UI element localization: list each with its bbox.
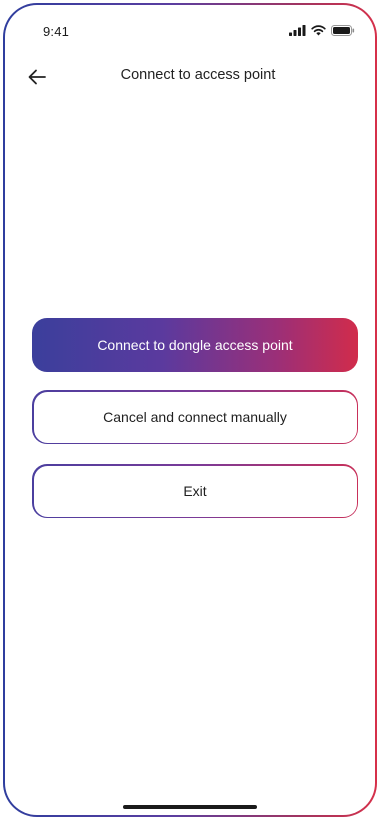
signal-icon xyxy=(289,25,306,36)
cancel-connect-manually-button[interactable]: Cancel and connect manually xyxy=(32,390,358,444)
page-title: Connect to access point xyxy=(120,67,276,83)
home-indicator[interactable] xyxy=(123,805,257,809)
wifi-icon xyxy=(311,25,326,36)
connect-dongle-button[interactable]: Connect to dongle access point xyxy=(32,318,358,372)
cancel-button-label: Cancel and connect manually xyxy=(103,409,287,425)
exit-button[interactable]: Exit xyxy=(32,464,358,518)
phone-frame: 9:41 Connect to access point Connect to … xyxy=(3,3,377,817)
status-icons xyxy=(289,25,355,36)
screen: 9:41 Connect to access point Connect to … xyxy=(5,5,375,815)
connect-dongle-button-label: Connect to dongle access point xyxy=(97,337,293,353)
status-time: 9:41 xyxy=(43,24,70,39)
exit-button-label: Exit xyxy=(183,483,207,499)
status-bar: 9:41 xyxy=(5,5,375,49)
exit-button-inner: Exit xyxy=(33,465,357,517)
nav-bar: Connect to access point xyxy=(5,57,375,97)
cancel-button-inner: Cancel and connect manually xyxy=(33,391,357,443)
battery-icon xyxy=(331,25,355,36)
